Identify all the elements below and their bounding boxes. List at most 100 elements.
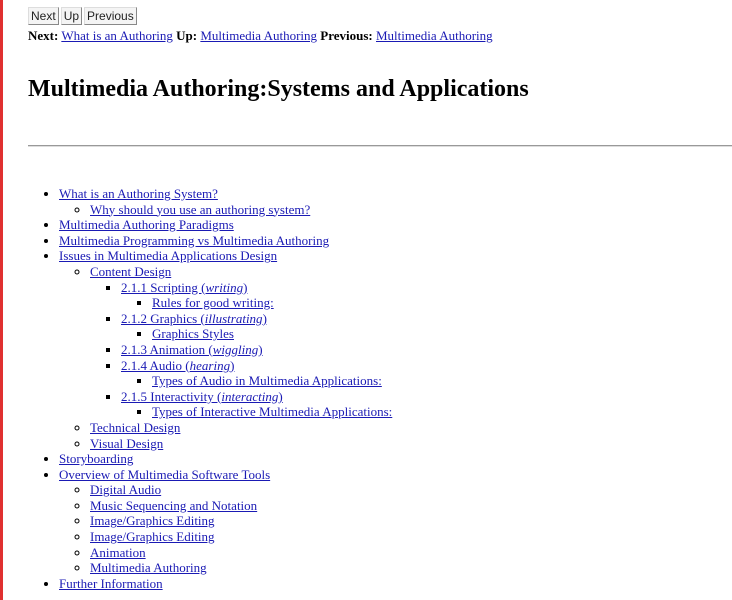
toc-item: What is an Authoring System?Why should y…: [59, 186, 392, 217]
toc-item: 2.1.4 Audio (hearing)Types of Audio in M…: [121, 358, 392, 389]
toc-item: Image/Graphics Editing: [90, 529, 392, 545]
toc-link[interactable]: 2.1.4 Audio (hearing): [121, 358, 234, 373]
toc-link-label: Further Information: [59, 575, 163, 591]
previous-link[interactable]: Multimedia Authoring: [376, 28, 493, 43]
toc-link-label: Rules for good writing:: [152, 295, 274, 311]
toc-item: 2.1.2 Graphics (illustrating)Graphics St…: [121, 311, 392, 342]
toc-link[interactable]: Types of Audio in Multimedia Application…: [152, 373, 382, 388]
toc-link[interactable]: Storyboarding: [59, 451, 133, 466]
toc-item: Issues in Multimedia Applications Design…: [59, 248, 392, 451]
toc-link-label: 2.1.5 Interactivity (: [121, 388, 222, 404]
up-button[interactable]: Up: [60, 7, 83, 25]
toc-item: Digital Audio: [90, 482, 392, 498]
toc-link[interactable]: Visual Design: [90, 436, 163, 451]
toc-link[interactable]: 2.1.5 Interactivity (interacting): [121, 389, 283, 404]
toc-item: 2.1.3 Animation (wiggling): [121, 342, 392, 358]
toc-link-label: What is an Authoring System?: [59, 186, 218, 201]
toc-link-label: Types of Audio in Multimedia Application…: [152, 373, 382, 389]
toc-link-label: 2.1.1 Scripting (: [121, 279, 206, 295]
toc-sublist: Rules for good writing:: [121, 295, 392, 311]
next-link[interactable]: What is an Authoring: [61, 28, 173, 43]
toc-link[interactable]: Types of Interactive Multimedia Applicat…: [152, 404, 392, 419]
previous-button[interactable]: Previous: [84, 7, 137, 25]
toc-link-label: Digital Audio: [90, 482, 162, 498]
toc-link-tail: ): [278, 388, 283, 404]
toc-link[interactable]: What is an Authoring System?: [59, 186, 218, 201]
toc-link[interactable]: 2.1.3 Animation (wiggling): [121, 342, 263, 357]
toc-link-emphasis: hearing: [189, 357, 231, 373]
toc-link-label: Animation: [90, 544, 146, 560]
toc-link-label: 2.1.2 Graphics (: [121, 310, 205, 326]
toc-link-label: Types of Interactive Multimedia Applicat…: [152, 404, 393, 420]
toc-link-label: Technical Design: [90, 419, 181, 435]
toc-link-tail: ): [243, 279, 248, 295]
toc-item: Animation: [90, 545, 392, 561]
nav-links: Next: What is an Authoring Up: Multimedi…: [28, 28, 493, 44]
toc-link-label: Multimedia Programming vs Multimedia Aut…: [59, 232, 330, 248]
toc-link[interactable]: Multimedia Programming vs Multimedia Aut…: [59, 233, 329, 248]
toc-item: Music Sequencing and Notation: [90, 498, 392, 514]
toc-link[interactable]: Overview of Multimedia Software Tools: [59, 467, 270, 482]
toc-link-label: 2.1.3 Animation (: [121, 341, 213, 357]
toc-link[interactable]: Content Design: [90, 264, 171, 279]
left-border: [0, 0, 3, 600]
toc-item: Multimedia Authoring Paradigms: [59, 217, 392, 233]
toc-link[interactable]: Technical Design: [90, 420, 180, 435]
toc-sublist: Types of Interactive Multimedia Applicat…: [121, 404, 392, 420]
toc-link[interactable]: Digital Audio: [90, 482, 161, 497]
toc-link[interactable]: Further Information: [59, 576, 163, 591]
toc-link-label: Visual Design: [90, 435, 164, 451]
toc-item: Content Design2.1.1 Scripting (writing)R…: [90, 264, 392, 420]
toc-link[interactable]: Why should you use an authoring system?: [90, 202, 310, 217]
toc-link[interactable]: Animation: [90, 545, 146, 560]
up-link[interactable]: Multimedia Authoring: [200, 28, 317, 43]
toc-item: Image/Graphics Editing: [90, 513, 392, 529]
toc-item: Technical Design: [90, 420, 392, 436]
toc-link[interactable]: 2.1.1 Scripting (writing): [121, 280, 247, 295]
toc-link[interactable]: Issues in Multimedia Applications Design: [59, 248, 277, 263]
toc-link-label: Issues in Multimedia Applications Design: [59, 248, 278, 264]
toc-link-emphasis: writing: [205, 279, 244, 295]
nav-buttons: Next Up Previous: [28, 7, 137, 25]
toc-sublist: Types of Audio in Multimedia Application…: [121, 373, 392, 389]
next-button[interactable]: Next: [28, 7, 59, 25]
toc-item: Multimedia Authoring: [90, 560, 392, 576]
toc-link-label: Content Design: [90, 263, 172, 279]
toc-link-label: Why should you use an authoring system?: [90, 201, 311, 217]
toc-item: Types of Interactive Multimedia Applicat…: [152, 404, 392, 420]
toc-link[interactable]: Music Sequencing and Notation: [90, 498, 257, 513]
toc-item: Visual Design: [90, 436, 392, 452]
toc-link[interactable]: Multimedia Authoring Paradigms: [59, 217, 234, 232]
toc-link[interactable]: 2.1.2 Graphics (illustrating): [121, 311, 267, 326]
toc-link[interactable]: Rules for good writing:: [152, 295, 274, 310]
toc-link-label: Multimedia Authoring Paradigms: [59, 217, 234, 233]
toc-item: Types of Audio in Multimedia Application…: [152, 373, 392, 389]
divider: [28, 145, 732, 147]
toc-link[interactable]: Image/Graphics Editing: [90, 529, 215, 544]
toc-link[interactable]: Graphics Styles: [152, 326, 234, 341]
toc-sublist: 2.1.1 Scripting (writing)Rules for good …: [90, 280, 392, 420]
toc-sublist: Content Design2.1.1 Scripting (writing)R…: [59, 264, 392, 451]
toc-link[interactable]: Image/Graphics Editing: [90, 513, 215, 528]
toc-link-label: Image/Graphics Editing: [90, 513, 215, 529]
toc-link-label: Overview of Multimedia Software Tools: [59, 466, 271, 482]
toc-item: Further Information: [59, 576, 392, 592]
toc-link-label: Multimedia Authoring: [90, 560, 207, 576]
toc-link-emphasis: wiggling: [212, 341, 259, 357]
up-label: Up:: [176, 28, 198, 43]
toc-link-label: 2.1.4 Audio (: [121, 357, 190, 373]
toc-link[interactable]: Multimedia Authoring: [90, 560, 207, 575]
toc-sublist: Why should you use an authoring system?: [59, 202, 392, 218]
toc-link-label: Music Sequencing and Notation: [90, 497, 258, 513]
toc-sublist: Graphics Styles: [121, 326, 392, 342]
toc-link-label: Image/Graphics Editing: [90, 529, 215, 545]
toc-link-emphasis: interacting: [221, 388, 279, 404]
toc-item: 2.1.5 Interactivity (interacting)Types o…: [121, 389, 392, 420]
toc-sublist: Digital AudioMusic Sequencing and Notati…: [59, 482, 392, 576]
toc-link-tail: ): [262, 310, 267, 326]
toc-item: Overview of Multimedia Software ToolsDig…: [59, 467, 392, 576]
toc-link-label: Storyboarding: [59, 451, 134, 467]
toc-link-label: Graphics Styles: [152, 326, 234, 342]
toc-link-tail: ): [258, 341, 263, 357]
table-of-contents: What is an Authoring System?Why should y…: [28, 186, 392, 591]
